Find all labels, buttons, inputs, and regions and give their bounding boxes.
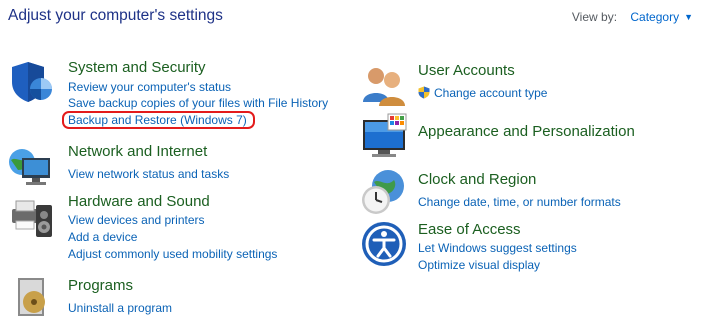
link-mobility-settings[interactable]: Adjust commonly used mobility settings xyxy=(68,247,277,261)
link-change-account-type[interactable]: Change account type xyxy=(418,86,547,100)
users-icon[interactable] xyxy=(360,62,408,110)
view-by-value[interactable]: Category xyxy=(630,10,679,24)
programs-disc-icon[interactable] xyxy=(8,272,56,320)
link-optimize-visual-display[interactable]: Optimize visual display xyxy=(418,258,540,272)
chevron-down-icon[interactable]: ▼ xyxy=(684,12,693,22)
printer-speaker-icon[interactable] xyxy=(8,193,56,241)
network-globe-icon[interactable] xyxy=(8,142,56,190)
category-title-system-security[interactable]: System and Security xyxy=(68,59,206,76)
monitor-palette-icon[interactable] xyxy=(360,112,408,160)
view-by-label: View by: xyxy=(571,10,618,24)
link-windows-suggest-settings[interactable]: Let Windows suggest settings xyxy=(418,241,577,255)
view-by-control: View by: Category ▼ xyxy=(572,10,693,24)
shield-security-icon[interactable] xyxy=(8,58,56,106)
category-title-hardware-sound[interactable]: Hardware and Sound xyxy=(68,193,210,210)
clock-globe-icon[interactable] xyxy=(360,168,408,216)
page-title: Adjust your computer's settings xyxy=(8,7,223,24)
category-title-user-accounts[interactable]: User Accounts xyxy=(418,62,515,79)
link-devices-printers[interactable]: View devices and printers xyxy=(68,213,205,227)
link-uninstall-program[interactable]: Uninstall a program xyxy=(68,301,172,315)
link-change-account-type-label[interactable]: Change account type xyxy=(434,86,547,100)
link-date-time-formats[interactable]: Change date, time, or number formats xyxy=(418,195,621,209)
uac-shield-icon xyxy=(418,86,430,99)
view-by-dropdown[interactable]: Category ▼ xyxy=(630,10,693,24)
ease-of-access-icon[interactable] xyxy=(360,220,408,268)
link-file-history[interactable]: Save backup copies of your files with Fi… xyxy=(68,96,328,110)
link-add-device[interactable]: Add a device xyxy=(68,230,137,244)
link-review-status[interactable]: Review your computer's status xyxy=(68,80,231,94)
category-title-network-internet[interactable]: Network and Internet xyxy=(68,143,207,160)
category-title-programs[interactable]: Programs xyxy=(68,277,133,294)
category-title-ease-of-access[interactable]: Ease of Access xyxy=(418,221,521,238)
red-highlight-box xyxy=(62,111,255,129)
link-network-status[interactable]: View network status and tasks xyxy=(68,167,229,181)
category-title-appearance[interactable]: Appearance and Personalization xyxy=(418,123,635,140)
category-title-clock-region[interactable]: Clock and Region xyxy=(418,171,536,188)
